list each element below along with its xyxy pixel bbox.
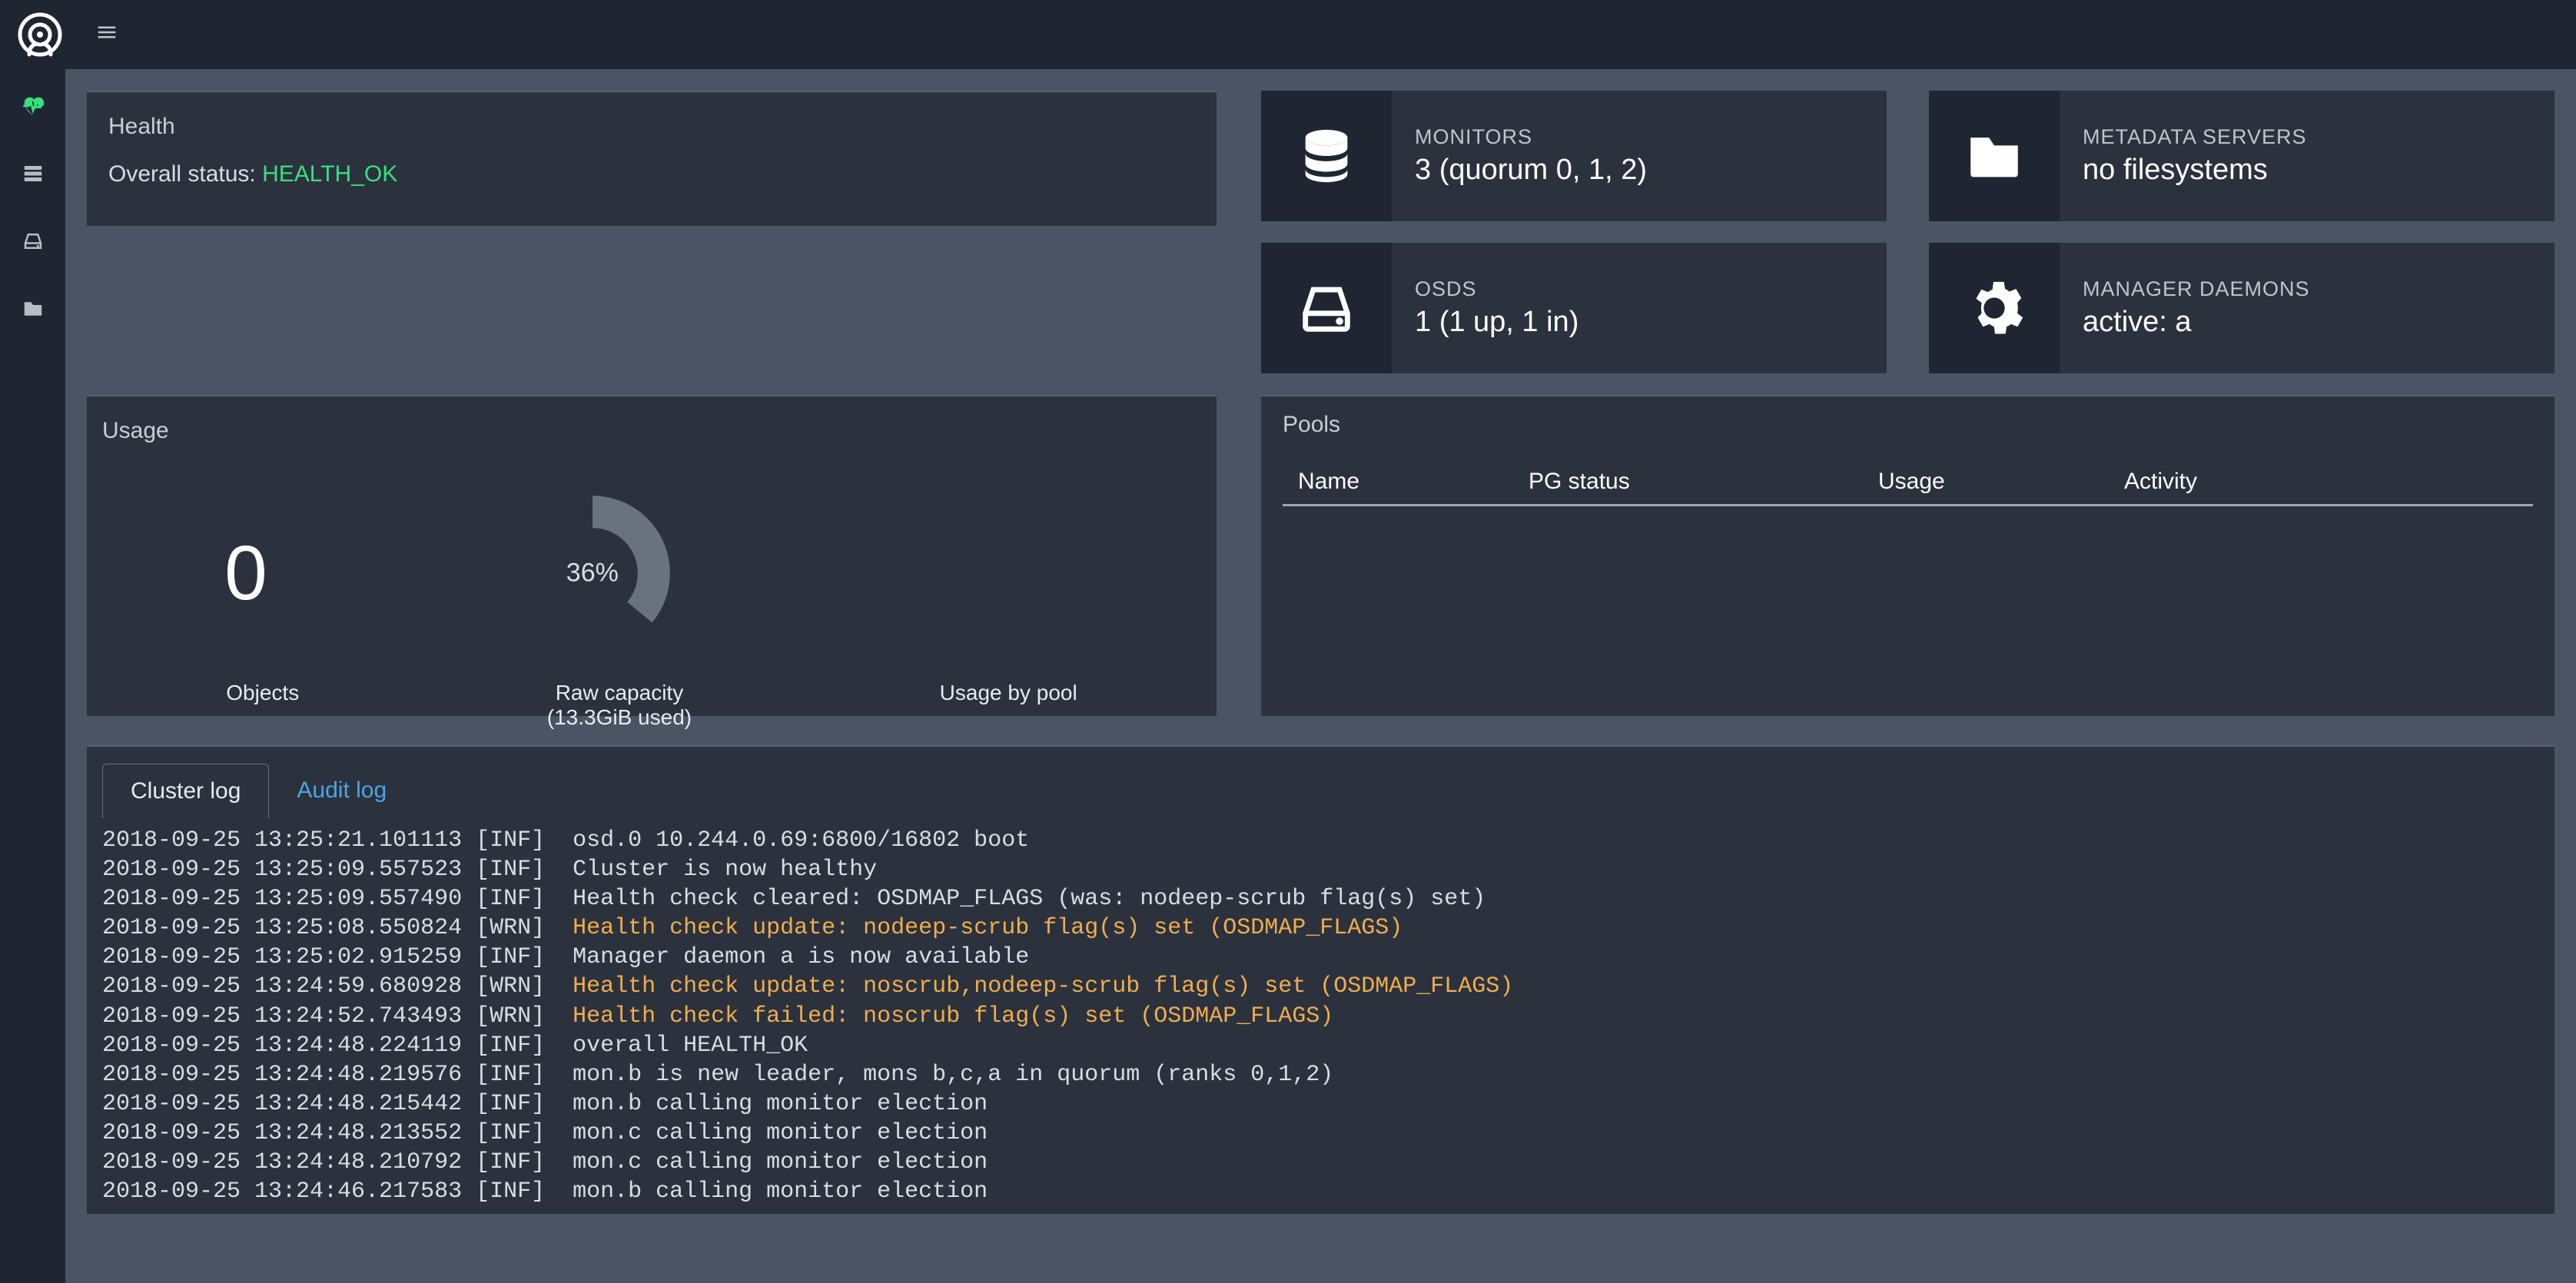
capacity-pct: 36% [566, 559, 619, 588]
tile-metadata[interactable]: METADATA SERVERS no filesystems [1929, 91, 2554, 221]
log-line: 2018-09-25 13:25:21.101113 [INF] osd.0 1… [102, 826, 2539, 855]
pools-header-row: Name PG status Usage Activity [1283, 459, 2533, 506]
log-line: 2018-09-25 13:24:48.210792 [INF] mon.c c… [102, 1148, 2539, 1177]
pools-title: Pools [1283, 412, 2533, 438]
ceph-logo [15, 10, 65, 59]
info-tiles: MONITORS 3 (quorum 0, 1, 2) METADATA SER… [1261, 91, 2554, 373]
usage-title: Usage [102, 418, 1201, 444]
health-status-value: HEALTH_OK [262, 161, 397, 187]
tile-metadata-label: METADATA SERVERS [2083, 125, 2307, 149]
col-pgstatus: PG status [1529, 469, 1878, 495]
log-line: 2018-09-25 13:25:08.550824 [WRN] Health … [102, 913, 2539, 943]
log-line: 2018-09-25 13:25:09.557490 [INF] Health … [102, 884, 2539, 913]
health-card: Health Overall status: HEALTH_OK [87, 91, 1217, 226]
tile-monitors-value: 3 (quorum 0, 1, 2) [1415, 154, 1647, 187]
pools-table: Name PG status Usage Activity [1283, 459, 2533, 506]
usage-card: Usage 0 36% Objects Raw capacity (13.3Gi… [87, 395, 1217, 716]
stack-icon [22, 162, 45, 185]
folder-icon [22, 297, 45, 320]
tile-managers[interactable]: MANAGER DAEMONS active: a [1929, 243, 2554, 373]
topbar [0, 0, 2576, 69]
capacity-donut: 36% [512, 492, 673, 654]
tile-managers-label: MANAGER DAEMONS [2083, 277, 2310, 301]
log-card: Cluster log Audit log 2018-09-25 13:25:2… [87, 745, 2554, 1214]
log-tabs: Cluster log Audit log [87, 764, 2554, 818]
gear-icon [1929, 243, 2060, 373]
pools-card: Pools Name PG status Usage Activity [1261, 395, 2554, 716]
label-raw-capacity: Raw capacity (13.3GiB used) [547, 681, 692, 730]
log-line: 2018-09-25 13:25:09.557523 [INF] Cluster… [102, 855, 2539, 884]
col-activity: Activity [2124, 469, 2518, 495]
log-line: 2018-09-25 13:24:52.743493 [WRN] Health … [102, 1002, 2539, 1031]
tile-monitors[interactable]: MONITORS 3 (quorum 0, 1, 2) [1261, 91, 1887, 221]
database-icon [1261, 91, 1392, 221]
health-title: Health [108, 114, 1195, 140]
tile-osds-value: 1 (1 up, 1 in) [1415, 306, 1578, 339]
health-status: Overall status: HEALTH_OK [108, 161, 1195, 187]
sidebar [0, 69, 65, 1283]
log-body: 2018-09-25 13:25:21.101113 [INF] osd.0 1… [87, 818, 2554, 1214]
sidebar-item-osd[interactable] [18, 226, 48, 257]
tile-metadata-value: no filesystems [2083, 154, 2307, 187]
heartbeat-icon [20, 93, 46, 119]
sidebar-item-storage[interactable] [18, 158, 48, 189]
tile-monitors-label: MONITORS [1415, 125, 1647, 149]
log-line: 2018-09-25 13:24:59.680928 [WRN] Health … [102, 972, 2539, 1001]
health-status-label: Overall status: [108, 161, 262, 187]
col-name: Name [1298, 469, 1529, 495]
tile-managers-value: active: a [2083, 306, 2310, 339]
tab-cluster-log[interactable]: Cluster log [102, 764, 269, 818]
log-line: 2018-09-25 13:25:02.915259 [INF] Manager… [102, 943, 2539, 972]
sidebar-item-health[interactable] [18, 91, 48, 121]
label-usage-by-pool: Usage by pool [940, 681, 1077, 730]
folder-icon [1929, 91, 2060, 221]
tile-osds[interactable]: OSDS 1 (1 up, 1 in) [1261, 243, 1887, 373]
log-line: 2018-09-25 13:24:48.224119 [INF] overall… [102, 1031, 2539, 1060]
disk-icon [1261, 243, 1392, 373]
objects-count: 0 [224, 529, 267, 618]
sidebar-item-filesystem[interactable] [18, 293, 48, 324]
tab-audit-log[interactable]: Audit log [269, 764, 414, 818]
label-objects: Objects [226, 681, 299, 730]
tile-osds-label: OSDS [1415, 277, 1578, 301]
log-line: 2018-09-25 13:24:48.215442 [INF] mon.b c… [102, 1089, 2539, 1119]
disk-icon [22, 230, 45, 253]
log-line: 2018-09-25 13:24:48.213552 [INF] mon.c c… [102, 1119, 2539, 1148]
menu-toggle-button[interactable] [95, 18, 118, 51]
main-content: Health Overall status: HEALTH_OK MONITOR… [65, 69, 2576, 1283]
log-line: 2018-09-25 13:24:48.219576 [INF] mon.b i… [102, 1060, 2539, 1089]
col-usage: Usage [1878, 469, 2124, 495]
log-line: 2018-09-25 13:24:46.217583 [INF] mon.b c… [102, 1177, 2539, 1206]
